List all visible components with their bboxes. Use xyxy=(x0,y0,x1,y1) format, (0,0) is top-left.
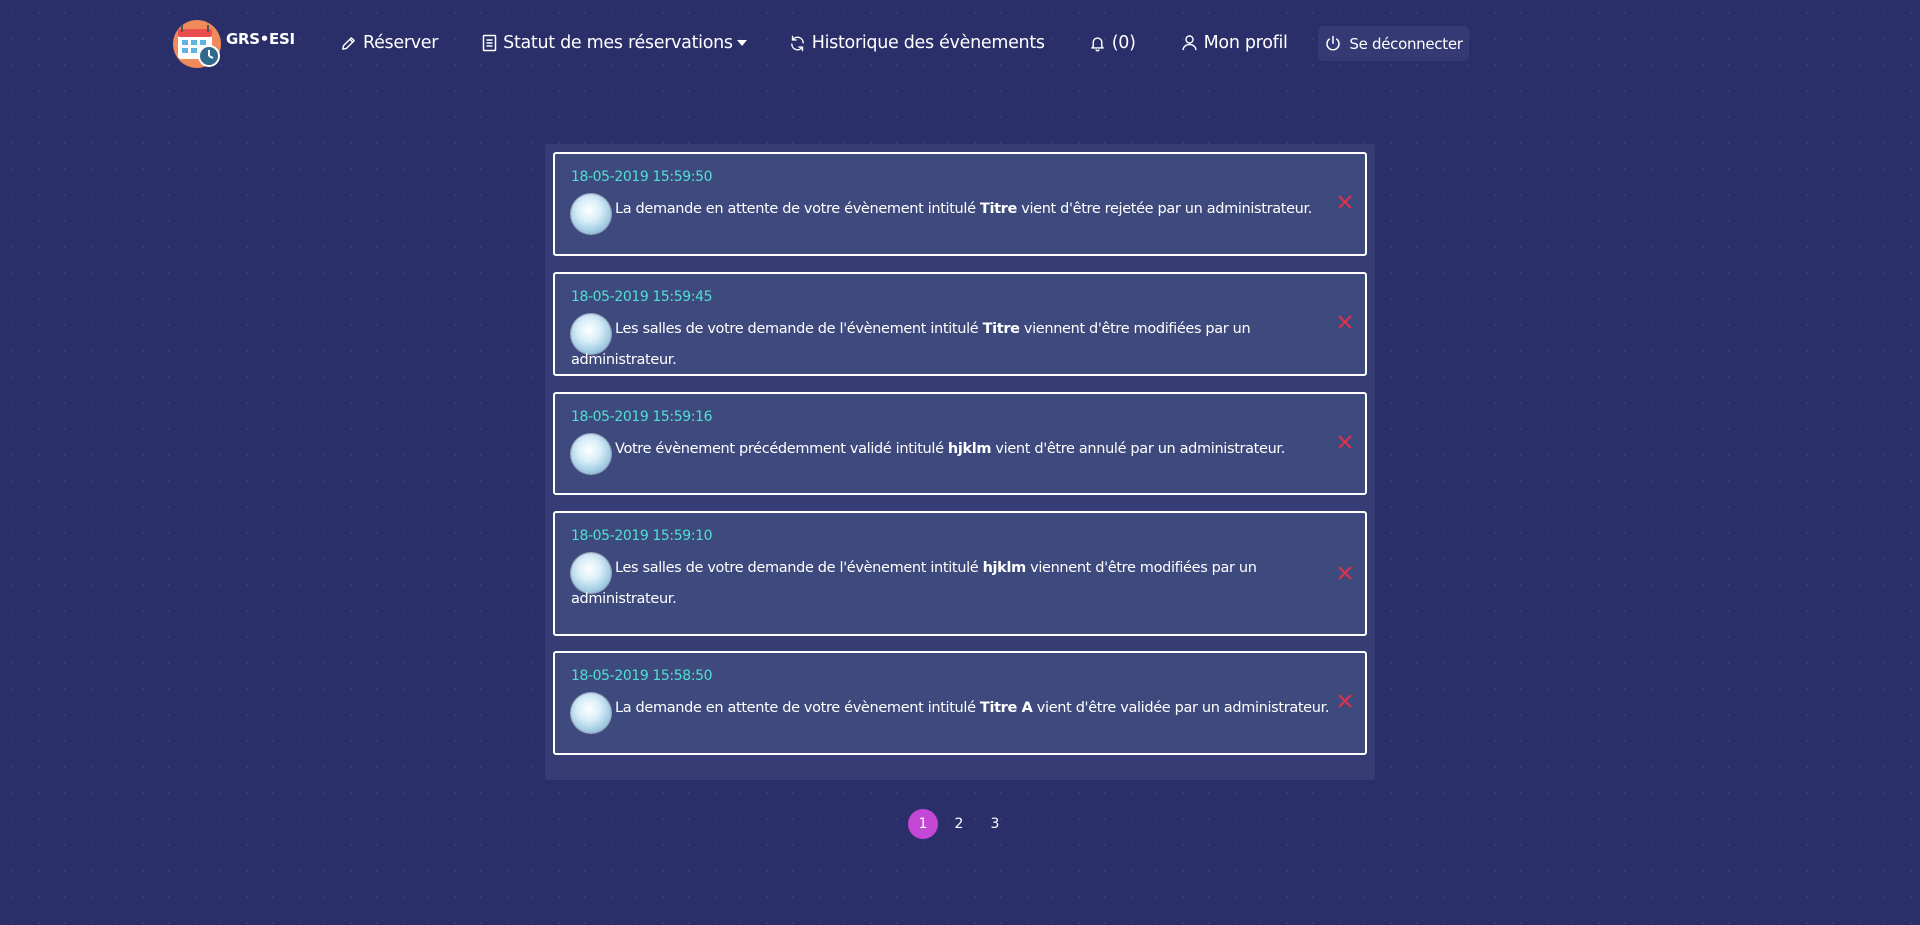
refresh-icon xyxy=(790,35,804,51)
message-text: vient d'être annulé par un administrateu… xyxy=(991,441,1285,457)
nav-statut-label: Statut de mes réservations xyxy=(503,33,733,53)
close-icon[interactable] xyxy=(1337,693,1353,709)
nav-notifications[interactable]: (0) xyxy=(1089,33,1136,53)
navbar: GRS•ESI Réserver Statut de mes réservati… xyxy=(0,0,1920,86)
notification-card: 18-05-2019 15:58:50 La demande en attent… xyxy=(553,651,1367,755)
logout-button[interactable]: Se déconnecter xyxy=(1318,26,1469,61)
notification-date: 18-05-2019 15:58:50 xyxy=(571,668,713,684)
message-text: Votre évènement précédemment validé inti… xyxy=(615,441,948,457)
nav-reserver[interactable]: Réserver xyxy=(340,33,438,53)
event-title: Titre xyxy=(979,201,1017,217)
power-icon xyxy=(1326,35,1341,50)
pagination: 1 2 3 xyxy=(908,809,1016,839)
nav-profil[interactable]: Mon profil xyxy=(1181,33,1288,53)
close-icon[interactable] xyxy=(1337,314,1353,330)
calendar-clock-logo xyxy=(172,19,222,69)
message-text: La demande en attente de votre évènement… xyxy=(615,201,980,217)
notification-message: La demande en attente de votre évènement… xyxy=(571,194,1341,225)
notification-message: Les salles de votre demande de l'évèneme… xyxy=(571,553,1271,615)
bell-icon xyxy=(1090,37,1104,52)
user-icon xyxy=(1182,35,1197,51)
nav-historique-label: Historique des évènements xyxy=(811,33,1045,53)
close-icon[interactable] xyxy=(1337,434,1353,450)
message-text: La demande en attente de votre évènement… xyxy=(615,700,980,716)
notifications-panel: 18-05-2019 15:59:50 La demande en attent… xyxy=(545,144,1375,780)
notification-message: La demande en attente de votre évènement… xyxy=(571,693,1341,724)
event-title: Titre xyxy=(982,321,1020,337)
page-1-button[interactable]: 1 xyxy=(908,809,938,839)
notification-message: Les salles de votre demande de l'évèneme… xyxy=(571,314,1341,376)
notification-date: 18-05-2019 15:59:45 xyxy=(571,289,713,305)
event-title: hjklm xyxy=(982,560,1027,576)
notification-card: 18-05-2019 15:59:50 La demande en attent… xyxy=(553,152,1367,256)
logout-label: Se déconnecter xyxy=(1349,34,1463,53)
pencil-icon xyxy=(342,36,355,50)
brand[interactable]: GRS•ESI xyxy=(172,18,295,70)
notification-date: 18-05-2019 15:59:16 xyxy=(571,409,713,425)
notification-card: 18-05-2019 15:59:10 Les salles de votre … xyxy=(553,511,1367,636)
event-title: hjklm xyxy=(947,441,992,457)
message-text: Les salles de votre demande de l'évèneme… xyxy=(615,560,983,576)
notification-date: 18-05-2019 15:59:10 xyxy=(571,528,713,544)
nav-profil-label: Mon profil xyxy=(1203,33,1288,53)
page-3-button[interactable]: 3 xyxy=(980,809,1010,839)
brand-name: GRS•ESI xyxy=(226,30,295,48)
caret-down-icon xyxy=(736,40,747,46)
nav-items: Réserver Statut de mes réservations Hist… xyxy=(340,26,1334,60)
page-2-button[interactable]: 2 xyxy=(944,809,974,839)
notification-count: (0) xyxy=(1111,33,1136,53)
event-title: Titre A xyxy=(979,700,1033,716)
notification-card: 18-05-2019 15:59:45 Les salles de votre … xyxy=(553,272,1367,376)
notification-date: 18-05-2019 15:59:50 xyxy=(571,169,713,185)
document-icon xyxy=(482,34,497,52)
close-icon[interactable] xyxy=(1337,194,1353,210)
nav-statut-dropdown[interactable]: Statut de mes réservations xyxy=(482,33,747,53)
message-text: vient d'être validée par un administrate… xyxy=(1032,700,1330,716)
message-text: vient d'être rejetée par un administrate… xyxy=(1016,201,1313,217)
close-icon[interactable] xyxy=(1337,565,1353,581)
notification-message: Votre évènement précédemment validé inti… xyxy=(571,434,1341,465)
notification-card: 18-05-2019 15:59:16 Votre évènement préc… xyxy=(553,392,1367,495)
message-text: Les salles de votre demande de l'évèneme… xyxy=(615,321,983,337)
nav-reserver-label: Réserver xyxy=(363,33,439,53)
nav-historique[interactable]: Historique des évènements xyxy=(789,33,1045,53)
